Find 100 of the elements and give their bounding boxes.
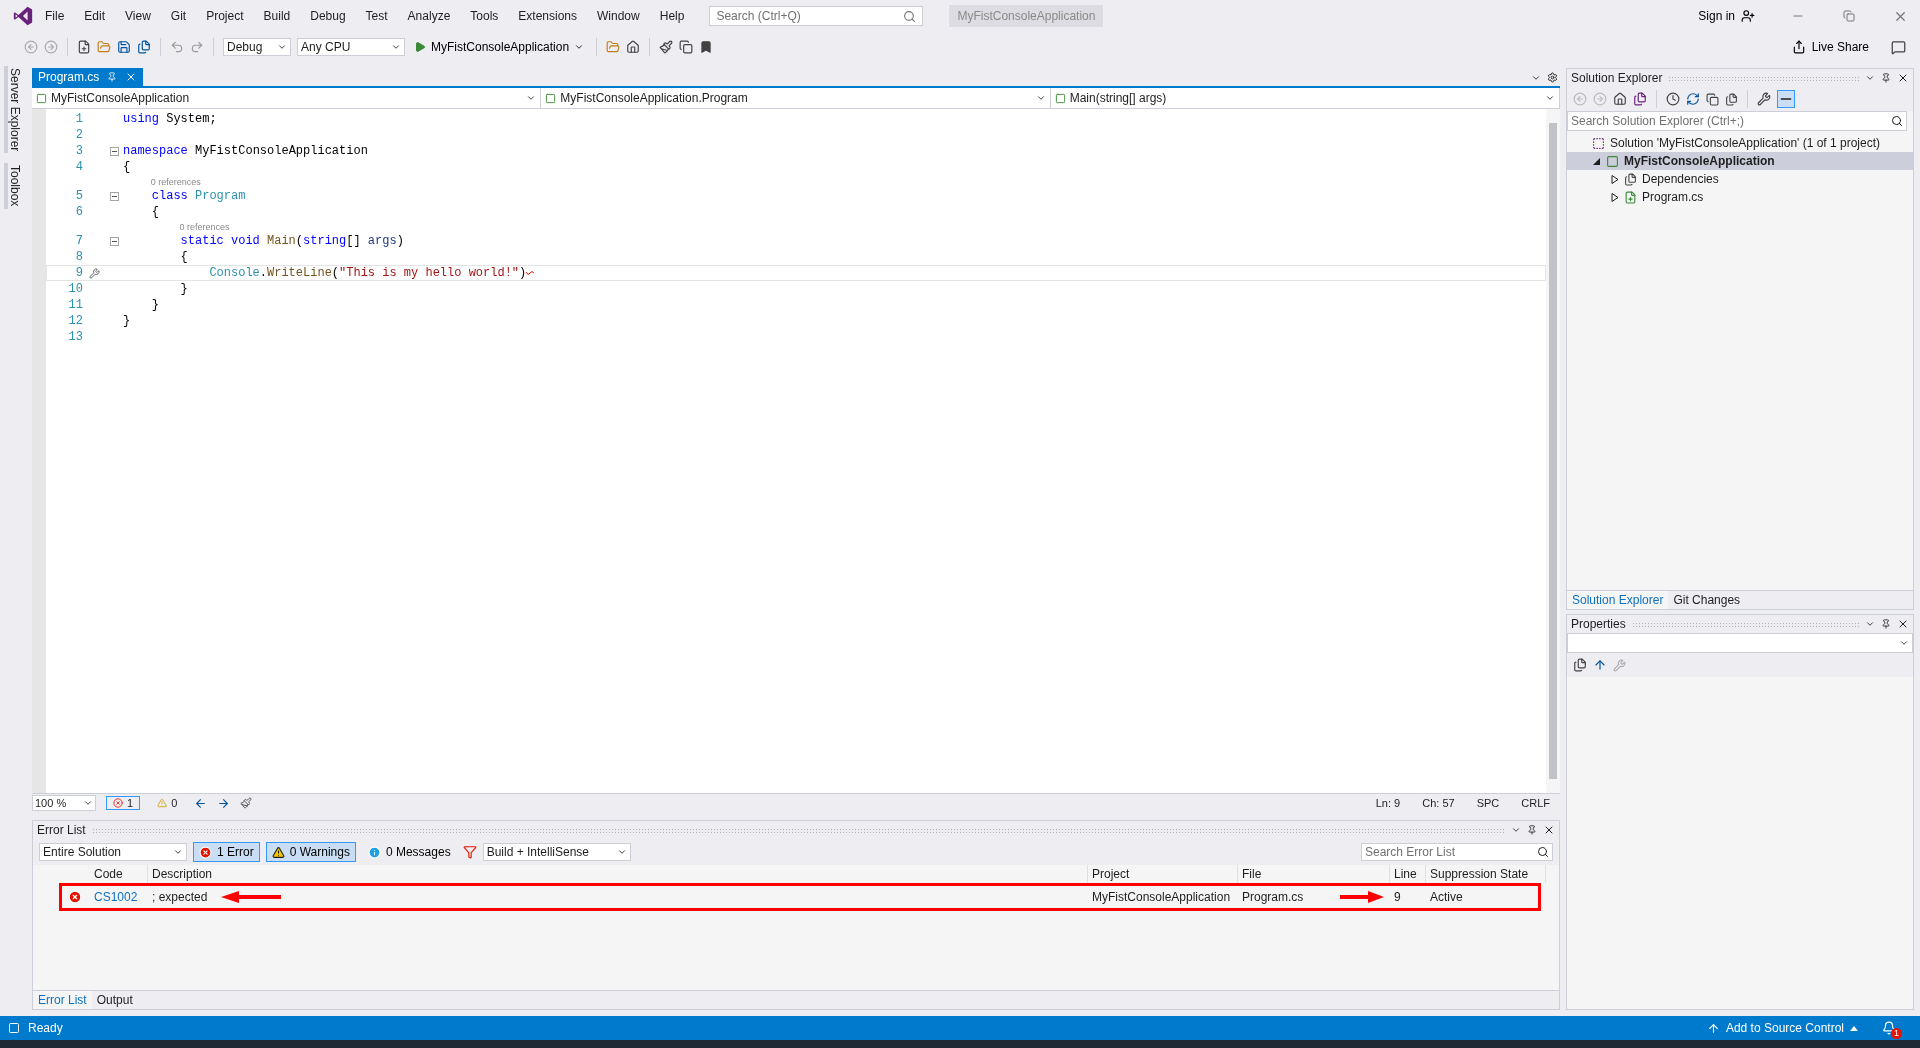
code-lens-text[interactable]: 0 references xyxy=(150,176,201,187)
zoom-dropdown[interactable]: 100 % xyxy=(32,795,96,811)
fold-toggle[interactable] xyxy=(110,236,119,246)
files-icon[interactable] xyxy=(1725,92,1738,106)
line-number: 4 xyxy=(74,160,83,174)
side-tab[interactable]: Toolbox xyxy=(4,163,22,209)
previous-icon[interactable] xyxy=(194,796,208,810)
feedback-icon[interactable] xyxy=(1891,39,1906,55)
fold-toggle[interactable] xyxy=(110,146,119,156)
navigation-dropdown[interactable]: MyFistConsoleApplication xyxy=(32,88,542,108)
source-control-button[interactable]: Add to Source Control xyxy=(1700,1020,1864,1036)
vertical-scrollbar[interactable] xyxy=(1546,109,1560,793)
pin-icon[interactable] xyxy=(1527,825,1537,835)
settings-icon[interactable] xyxy=(1547,72,1558,83)
collapsed-arrow-icon[interactable] xyxy=(1611,192,1619,202)
panel-tab[interactable]: Output xyxy=(91,991,138,1009)
menu-item[interactable]: Extensions xyxy=(509,5,587,27)
menu-item[interactable]: Test xyxy=(356,5,397,27)
sign-in-button[interactable]: Sign in xyxy=(1692,8,1761,24)
home-icon[interactable] xyxy=(1613,92,1627,106)
code-line: } xyxy=(151,298,159,312)
column-header[interactable]: Suppression State xyxy=(1426,865,1546,883)
bell-icon[interactable] xyxy=(1882,1021,1896,1035)
column-header[interactable]: File xyxy=(1238,865,1390,883)
build-filter-dropdown[interactable]: Build + IntelliSense xyxy=(482,843,631,861)
code-lens-text[interactable]: 0 references xyxy=(179,221,230,232)
pin-icon[interactable] xyxy=(1881,73,1891,83)
navigation-dropdown[interactable]: MyFistConsoleApplication.Program xyxy=(541,88,1051,108)
filter-icon[interactable] xyxy=(462,845,477,859)
pin-icon[interactable] xyxy=(1881,619,1891,629)
side-tab[interactable]: Server Explorer xyxy=(4,66,22,154)
live-share-button[interactable]: Live Share xyxy=(1785,39,1875,55)
close-icon[interactable] xyxy=(1543,824,1555,836)
copy-icon[interactable] xyxy=(1706,92,1719,106)
bookmark-icon[interactable] xyxy=(699,40,714,54)
line-number: 1 xyxy=(74,112,83,126)
warning-count[interactable]: 0 xyxy=(150,796,185,810)
column-header[interactable]: Line xyxy=(1390,865,1426,883)
arrow-icon xyxy=(1340,891,1384,903)
restore-icon[interactable] xyxy=(1843,10,1855,22)
panel-tab[interactable]: Error List xyxy=(33,991,92,1009)
next-icon[interactable] xyxy=(217,796,231,810)
expanded-arrow-icon[interactable] xyxy=(1593,156,1601,166)
line-cell-text: 9 xyxy=(1393,890,1402,904)
filter-button[interactable]: 0 Warnings xyxy=(265,842,356,862)
folder-icon[interactable] xyxy=(606,40,621,54)
pin-icon[interactable] xyxy=(107,72,118,82)
panel-tab[interactable]: Git Changes xyxy=(1668,591,1746,609)
save-icon[interactable] xyxy=(117,40,131,54)
play-icon xyxy=(414,41,426,53)
close-icon[interactable] xyxy=(1897,72,1909,84)
solution-search-field[interactable]: Search Solution Explorer (Ctrl+;) xyxy=(1567,111,1907,131)
copy-icon[interactable] xyxy=(679,40,694,54)
filter-button[interactable]: 0 Messages xyxy=(361,842,457,862)
new-file-icon[interactable] xyxy=(77,40,91,54)
menu-item[interactable]: File xyxy=(36,5,74,27)
column-header[interactable]: Description xyxy=(148,865,1088,883)
menu-item[interactable]: Git xyxy=(161,5,196,27)
brush-icon[interactable] xyxy=(659,40,674,54)
menu-item[interactable]: Window xyxy=(588,5,649,27)
menu-item[interactable]: View xyxy=(116,5,160,27)
wrench-icon[interactable] xyxy=(1757,92,1771,106)
files-icon[interactable] xyxy=(1633,92,1647,106)
menu-item[interactable]: Analyze xyxy=(398,5,460,27)
platform-dropdown[interactable]: Any CPU xyxy=(297,38,405,56)
csharp-file-icon xyxy=(1624,190,1637,204)
clock-icon[interactable] xyxy=(1666,92,1680,106)
line-number: 10 xyxy=(67,282,83,296)
refresh-icon[interactable] xyxy=(1686,92,1700,106)
menu-item[interactable]: Project xyxy=(197,5,253,27)
column-header[interactable]: Code xyxy=(90,865,148,883)
error-count[interactable]: 1 xyxy=(106,796,141,810)
start-button[interactable]: MyFistConsoleApplication xyxy=(411,40,588,54)
configuration-dropdown[interactable]: Debug xyxy=(223,38,291,56)
home-icon[interactable] xyxy=(626,40,641,54)
document-tab[interactable]: Program.cs xyxy=(32,68,144,86)
collapsed-arrow-icon[interactable] xyxy=(1611,174,1619,184)
menu-item[interactable]: Help xyxy=(650,5,694,27)
folder-icon[interactable] xyxy=(97,40,111,54)
tree-item[interactable]: Solution 'MyFistConsoleApplication' (1 of 1 project) xyxy=(1567,134,1913,152)
filter-button[interactable]: 1 Error xyxy=(193,842,260,862)
navigation-dropdown[interactable]: Main(string[] args) xyxy=(1050,88,1560,108)
menu-item[interactable]: Build xyxy=(254,5,300,27)
close-icon[interactable] xyxy=(1897,618,1909,630)
tree-item[interactable]: MyFistConsoleApplication xyxy=(1567,152,1913,170)
error-code-link[interactable]: CS1002 xyxy=(90,890,148,904)
sort-icon[interactable] xyxy=(1593,658,1607,672)
fold-toggle[interactable] xyxy=(110,191,119,201)
menu-item[interactable]: Edit xyxy=(75,5,115,27)
scope-dropdown[interactable]: Entire Solution xyxy=(39,843,187,861)
tree-item[interactable]: Program.cs xyxy=(1567,188,1913,206)
menu-item[interactable]: Tools xyxy=(461,5,508,27)
brush-icon[interactable] xyxy=(240,797,253,809)
tree-item[interactable]: Dependencies xyxy=(1567,170,1913,188)
line-number: 12 xyxy=(67,314,83,328)
error-search-field[interactable]: Search Error List xyxy=(1361,843,1553,861)
search-field[interactable]: Search (Ctrl+Q) xyxy=(709,6,924,26)
column-header[interactable]: Project xyxy=(1088,865,1238,883)
panel-tab[interactable]: Solution Explorer xyxy=(1567,591,1669,609)
menu-item[interactable]: Debug xyxy=(301,5,355,27)
